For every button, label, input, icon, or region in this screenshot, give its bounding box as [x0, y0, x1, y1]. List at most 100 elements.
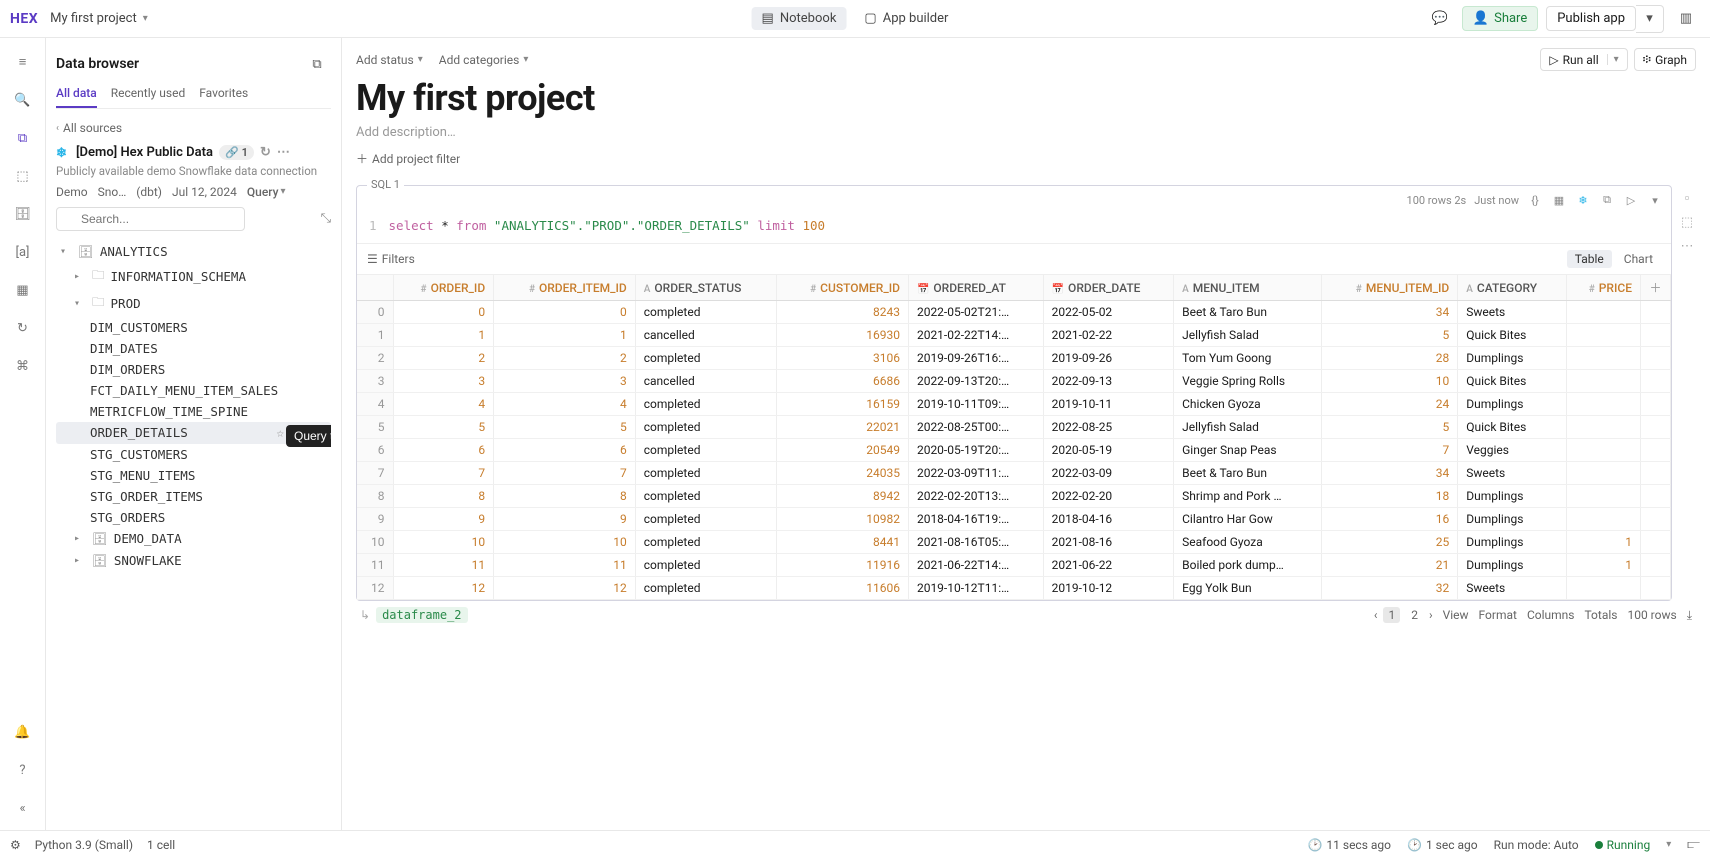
braces-icon[interactable]: {}	[1527, 192, 1543, 208]
tab-favorites[interactable]: Favorites	[199, 86, 248, 108]
rail-archive-icon[interactable]: 🗄	[13, 204, 33, 224]
tree-table-metricflow_time_spine[interactable]: METRICFLOW_TIME_SPINE	[56, 401, 331, 422]
result-table[interactable]: #ORDER_ID#ORDER_ITEM_IDAORDER_STATUS#CUS…	[357, 274, 1671, 600]
filters-button[interactable]: ☰ Filters	[367, 252, 415, 266]
col-customer_id[interactable]: #CUSTOMER_ID	[777, 275, 909, 301]
fold-icon[interactable]: ▫	[1678, 189, 1696, 207]
rail-component-icon[interactable]: ▦	[13, 280, 33, 300]
table-row[interactable]: 888completed89422022-02-20T13:…2022-02-2…	[357, 485, 1671, 508]
rail-keyboard-icon[interactable]: ⌘	[13, 356, 33, 376]
tree-table-dim_orders[interactable]: DIM_ORDERS	[56, 359, 331, 380]
page-next[interactable]: ›	[1429, 608, 1433, 622]
rail-collapse-icon[interactable]: «	[13, 798, 33, 818]
download-icon[interactable]: ⤓	[1687, 608, 1692, 623]
tab-notebook[interactable]: ▤ Notebook	[752, 7, 847, 30]
table-row[interactable]: 101010completed84412021-08-16T05:…2021-0…	[357, 531, 1671, 554]
logo[interactable]: HEX	[10, 11, 38, 27]
table-row[interactable]: 222completed31062019-09-26T16:…2019-09-2…	[357, 347, 1671, 370]
tree-schema-info[interactable]: ▸ 🗀 INFORMATION_SCHEMA	[56, 263, 331, 290]
tree-table-fct_daily_menu_item_sales[interactable]: FCT_DAILY_MENU_ITEM_SALES	[56, 380, 331, 401]
run-mode[interactable]: Run mode: Auto	[1494, 838, 1579, 852]
tree-schema-demo[interactable]: ▸ 🗄 DEMO_DATA	[56, 528, 331, 550]
chevron-down-icon[interactable]: ▾	[1647, 192, 1663, 208]
footer-columns[interactable]: Columns	[1527, 608, 1575, 622]
tab-recently-used[interactable]: Recently used	[111, 86, 185, 108]
footer-view[interactable]: View	[1443, 608, 1469, 622]
tree-table-dim_dates[interactable]: DIM_DATES	[56, 338, 331, 359]
more-icon[interactable]: ⋯	[277, 145, 290, 160]
table-row[interactable]: 111111completed119162021-06-22T14:…2021-…	[357, 554, 1671, 577]
comment-icon[interactable]: 💬	[1426, 5, 1454, 33]
page-1[interactable]: 1	[1383, 607, 1400, 623]
status-chevron-icon[interactable]: ▾	[1666, 839, 1671, 850]
footer-format[interactable]: Format	[1479, 608, 1517, 622]
page-title[interactable]: My first project	[356, 77, 1696, 119]
tree-schema-prod[interactable]: ▾ 🗀 PROD	[56, 290, 331, 317]
tree-table-stg_order_items[interactable]: STG_ORDER_ITEMS	[56, 486, 331, 507]
col-order_status[interactable]: AORDER_STATUS	[635, 275, 776, 301]
table-row[interactable]: 121212completed116062019-10-12T11:…2019-…	[357, 577, 1671, 600]
table-row[interactable]: 777completed240352022-03-09T11:…2022-03-…	[357, 462, 1671, 485]
add-column[interactable]: ＋	[1641, 275, 1671, 301]
refresh-icon[interactable]: ↻	[260, 145, 271, 160]
publish-button[interactable]: Publish app	[1546, 6, 1636, 31]
format-icon[interactable]: ▦	[1551, 192, 1567, 208]
col-category[interactable]: ACATEGORY	[1458, 275, 1566, 301]
table-row[interactable]: 111cancelled169302021-02-22T14:…2021-02-…	[357, 324, 1671, 347]
all-sources-link[interactable]: ‹ All sources	[56, 121, 331, 135]
copy-icon[interactable]: ⧉	[1599, 192, 1615, 208]
project-dropdown[interactable]: My first project ▾	[50, 11, 148, 26]
sql-editor[interactable]: 1 select * from "ANALYTICS"."PROD"."ORDE…	[357, 214, 1671, 243]
publish-chevron[interactable]: ▾	[1636, 5, 1664, 33]
play-icon[interactable]: ▷	[1623, 192, 1639, 208]
conn-query-button[interactable]: Query ▾	[247, 185, 286, 199]
tab-all-data[interactable]: All data	[56, 86, 97, 108]
footer-totals[interactable]: Totals	[1584, 608, 1617, 622]
collapse-tree-icon[interactable]: ⤡	[321, 211, 331, 226]
star-icon[interactable]: ☆	[277, 425, 285, 441]
add-status-button[interactable]: Add status ▾	[356, 53, 423, 67]
rail-cube-icon[interactable]: ⬚	[13, 166, 33, 186]
rail-history-icon[interactable]: ↻	[13, 318, 33, 338]
description-input[interactable]: Add description…	[356, 125, 1696, 140]
tree-table-stg_customers[interactable]: STG_CUSTOMERS	[56, 444, 331, 465]
tree-db-analytics[interactable]: ▾ 🗄 ANALYTICS	[56, 241, 331, 263]
tab-app-builder[interactable]: ▢ App builder	[854, 7, 958, 30]
search-input[interactable]	[56, 207, 245, 231]
tree-table-stg_menu_items[interactable]: STG_MENU_ITEMS	[56, 465, 331, 486]
tree-table-stg_orders[interactable]: STG_ORDERS	[56, 507, 331, 528]
more-icon[interactable]: ⋯	[1678, 237, 1696, 255]
table-row[interactable]: 666completed205492020-05-19T20:…2020-05-…	[357, 439, 1671, 462]
table-row[interactable]: 444completed161592019-10-11T09:…2019-10-…	[357, 393, 1671, 416]
run-all-button[interactable]: ▷ Run all ▾	[1540, 48, 1627, 71]
rail-outline-icon[interactable]: ≡	[13, 52, 33, 72]
page-2[interactable]: 2	[1406, 607, 1423, 623]
add-project-filter[interactable]: ＋ Add project filter	[356, 150, 1696, 167]
table-row[interactable]: 999completed109822018-04-16T19:…2018-04-…	[357, 508, 1671, 531]
col-menu_item_id[interactable]: #MENU_ITEM_ID	[1322, 275, 1458, 301]
layout-icon[interactable]: ▥	[1672, 5, 1700, 33]
share-button[interactable]: 👤 Share	[1462, 6, 1538, 31]
snowflake-icon[interactable]: ❄	[1575, 192, 1591, 208]
rail-data-icon[interactable]: ⧉	[13, 128, 33, 148]
popout-icon[interactable]: ⧉	[303, 50, 331, 78]
col-price[interactable]: #PRICE	[1566, 275, 1640, 301]
view-table[interactable]: Table	[1567, 250, 1612, 268]
col-order_id[interactable]: #ORDER_ID	[393, 275, 494, 301]
table-row[interactable]: 555completed220212022-08-25T00:…2022-08-…	[357, 416, 1671, 439]
rail-search-icon[interactable]: 🔍	[13, 90, 33, 110]
page-prev[interactable]: ‹	[1374, 608, 1378, 622]
rail-var-icon[interactable]: [a]	[13, 242, 33, 262]
col-order_item_id[interactable]: #ORDER_ITEM_ID	[494, 275, 636, 301]
tree-table-dim_customers[interactable]: DIM_CUSTOMERS	[56, 317, 331, 338]
col-order_date[interactable]: 📅ORDER_DATE	[1043, 275, 1174, 301]
view-chart[interactable]: Chart	[1616, 250, 1661, 268]
col-ordered_at[interactable]: 📅ORDERED_AT	[908, 275, 1043, 301]
rail-bell-icon[interactable]: 🔔	[13, 722, 33, 742]
expand-icon[interactable]: ⬚	[1678, 213, 1696, 231]
connection-header[interactable]: ❄ [Demo] Hex Public Data 🔗 1 ↻ ⋯	[56, 145, 331, 160]
table-row[interactable]: 333cancelled66862022-09-13T20:…2022-09-1…	[357, 370, 1671, 393]
graph-button[interactable]: ፨ Graph	[1634, 48, 1696, 71]
status-align-icon[interactable]: ⫍	[1687, 837, 1700, 852]
rail-help-icon[interactable]: ?	[13, 760, 33, 780]
